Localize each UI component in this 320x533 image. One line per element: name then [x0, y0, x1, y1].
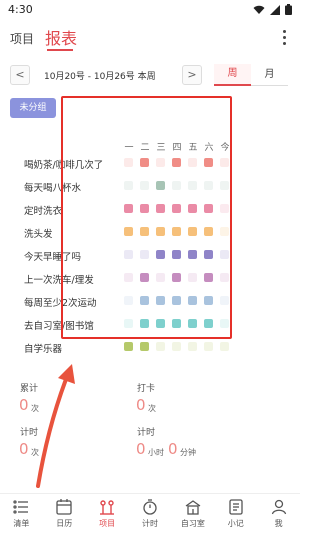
bottom-navigation: 清单 日历 项目 计时 自习室 小记 我 — [0, 493, 300, 533]
nav-label: 计时 — [142, 519, 158, 528]
status-bar: 4:30 — [0, 0, 300, 22]
signal-icon — [270, 4, 280, 15]
habit-cell-empty[interactable] — [156, 342, 165, 351]
date-range-label: 10月20号 - 10月26号 本周 — [44, 72, 156, 82]
previous-week-button[interactable]: < — [10, 65, 30, 85]
stat-hours-value: 0 — [136, 440, 146, 458]
tab-report[interactable]: 报表 — [45, 25, 77, 49]
stat-minutes-unit: 分钟 — [180, 448, 196, 457]
habit-name[interactable]: 自学乐器 — [24, 341, 62, 355]
group-chip[interactable]: 未分组 — [10, 98, 56, 118]
habit-cell-empty[interactable] — [220, 342, 229, 351]
habit-cell-empty[interactable] — [188, 342, 197, 351]
nav-study-room[interactable]: 自习室 — [171, 494, 214, 533]
period-toggle: 周 月 — [214, 64, 288, 86]
nav-notes[interactable]: 小记 — [214, 494, 257, 533]
stat-timer-duration-label: 计时 — [137, 428, 156, 438]
stat-total-unit: 次 — [31, 404, 39, 413]
active-tab-indicator — [47, 49, 73, 51]
status-icons — [253, 4, 292, 15]
battery-icon — [285, 4, 292, 15]
more-options-icon[interactable] — [282, 29, 286, 45]
nav-label: 清单 — [13, 519, 30, 528]
calendar-icon — [56, 499, 72, 515]
stat-hours-unit: 小时 — [148, 448, 164, 457]
status-time: 4:30 — [8, 3, 33, 16]
nav-project[interactable]: 项目 — [86, 494, 129, 533]
nav-timer[interactable]: 计时 — [129, 494, 172, 533]
stat-timer-count-label: 计时 — [20, 428, 39, 438]
profile-icon — [271, 499, 286, 515]
habit-name[interactable]: 洗头发 — [24, 226, 53, 240]
nav-label: 项目 — [99, 519, 116, 528]
stat-total-label: 累计 — [20, 384, 39, 394]
nav-label: 日历 — [56, 519, 73, 528]
stat-checkin-value: 0 — [136, 396, 146, 414]
tab-project[interactable]: 项目 — [10, 30, 34, 47]
habit-name[interactable]: 定时洗衣 — [24, 203, 62, 217]
project-icon — [100, 500, 115, 515]
stat-total-value: 0 — [19, 396, 29, 414]
app-bar: 项目 报表 — [0, 22, 300, 54]
period-month-button[interactable]: 月 — [251, 64, 288, 86]
timer-icon — [143, 499, 157, 515]
notes-icon — [229, 499, 243, 515]
nav-profile[interactable]: 我 — [257, 494, 300, 533]
nav-label: 我 — [274, 519, 283, 528]
nav-list[interactable]: 清单 — [0, 494, 43, 533]
date-navigation: < 10月20号 - 10月26号 本周 > 周 月 — [0, 62, 300, 88]
stat-timer-count-unit: 次 — [31, 448, 39, 457]
nav-label: 小记 — [227, 519, 244, 528]
study-room-icon — [185, 500, 201, 515]
list-icon — [13, 500, 29, 514]
nav-label: 自习室 — [180, 519, 205, 528]
habit-cell-done[interactable] — [124, 342, 133, 351]
nav-calendar[interactable]: 日历 — [43, 494, 86, 533]
stat-checkin-label: 打卡 — [137, 384, 156, 394]
next-week-button[interactable]: > — [182, 65, 202, 85]
habit-cell-empty[interactable] — [172, 342, 181, 351]
wifi-icon — [253, 5, 265, 14]
habit-cell-done[interactable] — [140, 342, 149, 351]
annotation-highlight-box — [61, 96, 232, 339]
period-week-button[interactable]: 周 — [214, 64, 251, 86]
stat-timer-count-value: 0 — [19, 440, 29, 458]
stat-checkin-unit: 次 — [148, 404, 156, 413]
habit-cell-empty[interactable] — [204, 342, 213, 351]
stat-minutes-value: 0 — [168, 440, 178, 458]
